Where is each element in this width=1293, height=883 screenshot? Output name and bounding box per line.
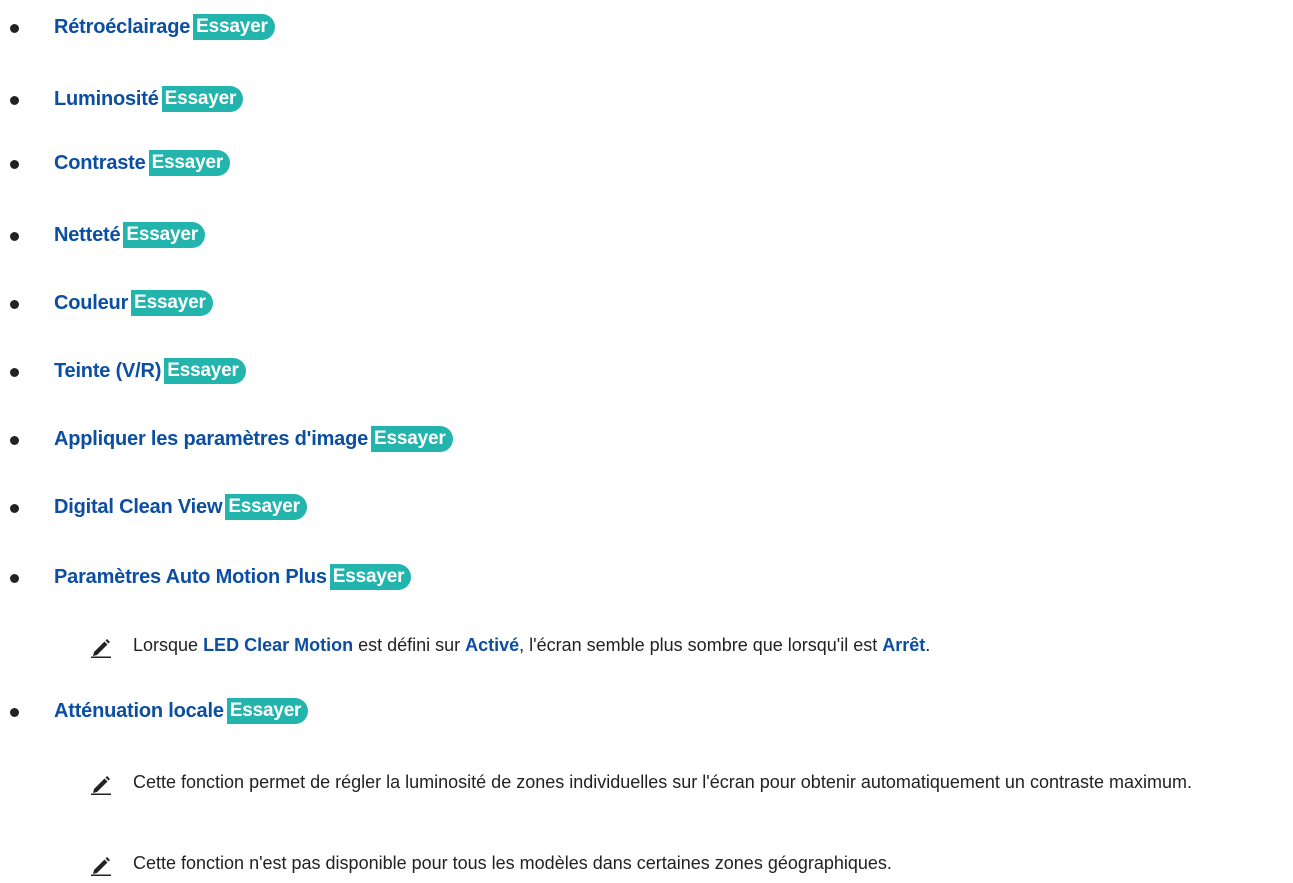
item-label-row: Appliquer les paramètres d'image Essayer — [54, 426, 453, 452]
backlight-link[interactable]: Rétroéclairage — [54, 16, 190, 38]
item-label-row: Digital Clean View Essayer — [54, 494, 307, 520]
bullet-icon — [10, 232, 19, 241]
item-label-row: Netteté Essayer — [54, 222, 205, 248]
try-button-tint[interactable]: Essayer — [158, 358, 246, 384]
item-label-row: Couleur Essayer — [54, 290, 213, 316]
note-text: Cette fonction n'est pas disponible pour… — [133, 853, 892, 873]
bullet-icon — [10, 504, 19, 513]
item-label-row: Luminosité Essayer — [54, 86, 244, 112]
list-item-auto-motion-plus: Paramètres Auto Motion Plus Essayer — [0, 560, 1293, 590]
brightness-link[interactable]: Luminosité — [54, 88, 159, 110]
list-item-brightness: Luminosité Essayer — [0, 82, 1293, 112]
pencil-icon — [91, 639, 111, 658]
digital-clean-view-link[interactable]: Digital Clean View — [54, 496, 223, 518]
try-button-contrast[interactable]: Essayer — [142, 150, 231, 176]
bullet-icon — [10, 24, 19, 33]
sharpness-link[interactable]: Netteté — [54, 224, 121, 246]
note-text: Lorsque LED Clear Motion est défini sur … — [133, 630, 1283, 660]
try-button-sharpness[interactable]: Essayer — [117, 222, 205, 248]
note-text: Cette fonction permet de régler la lumin… — [133, 772, 1192, 792]
try-button-local-dimming[interactable]: Essayer — [220, 698, 309, 724]
item-label-row: Atténuation locale Essayer — [54, 698, 309, 724]
try-button-auto-motion-plus[interactable]: Essayer — [323, 564, 412, 590]
note-text-part: Lorsque — [133, 635, 204, 655]
list-item-digital-clean-view: Digital Clean View Essayer — [0, 490, 1293, 520]
active-value: Activé — [465, 635, 520, 655]
color-link[interactable]: Couleur — [54, 292, 128, 314]
item-label-row: Paramètres Auto Motion Plus Essayer — [54, 564, 412, 590]
off-value: Arrêt — [882, 635, 926, 655]
list-item-contrast: Contraste Essayer — [0, 146, 1293, 176]
item-label-row: Contraste Essayer — [54, 150, 231, 176]
bullet-icon — [10, 574, 19, 583]
try-button-apply-picture-settings[interactable]: Essayer — [365, 426, 453, 452]
bullet-icon — [10, 368, 19, 377]
tint-link[interactable]: Teinte (V/R) — [54, 360, 161, 382]
list-item-apply-picture-settings: Appliquer les paramètres d'image Essayer — [0, 422, 1293, 452]
list-item-backlight: Rétroéclairage Essayer — [0, 10, 1293, 40]
list-item-color: Couleur Essayer — [0, 286, 1293, 316]
try-button-brightness[interactable]: Essayer — [155, 86, 244, 112]
local-dimming-link[interactable]: Atténuation locale — [54, 700, 224, 722]
note-text-part: , l'écran semble plus sombre que lorsqu'… — [519, 635, 883, 655]
pencil-icon — [91, 857, 111, 876]
bullet-icon — [10, 708, 19, 717]
note-text-part: . — [925, 635, 931, 655]
note-text-part: est défini sur — [353, 635, 466, 655]
item-label-row: Teinte (V/R) Essayer — [54, 358, 246, 384]
list-item-tint: Teinte (V/R) Essayer — [0, 354, 1293, 384]
bullet-icon — [10, 436, 19, 445]
bullet-icon — [10, 160, 19, 169]
try-button-backlight[interactable]: Essayer — [187, 14, 275, 40]
list-item-sharpness: Netteté Essayer — [0, 218, 1293, 248]
bullet-icon — [10, 300, 19, 309]
pencil-icon — [91, 776, 111, 795]
bullet-icon — [10, 96, 19, 105]
try-button-color[interactable]: Essayer — [125, 290, 213, 316]
contrast-link[interactable]: Contraste — [54, 152, 146, 174]
apply-picture-settings-link[interactable]: Appliquer les paramètres d'image — [54, 428, 368, 450]
try-button-digital-clean-view[interactable]: Essayer — [219, 494, 307, 520]
led-clear-motion-link: LED Clear Motion — [203, 635, 354, 655]
item-label-row: Rétroéclairage Essayer — [54, 14, 275, 40]
list-item-local-dimming: Atténuation locale Essayer — [0, 694, 1293, 724]
auto-motion-plus-link[interactable]: Paramètres Auto Motion Plus — [54, 566, 327, 588]
settings-list: Rétroéclairage Essayer Luminosité Essayer … — [0, 0, 1293, 883]
